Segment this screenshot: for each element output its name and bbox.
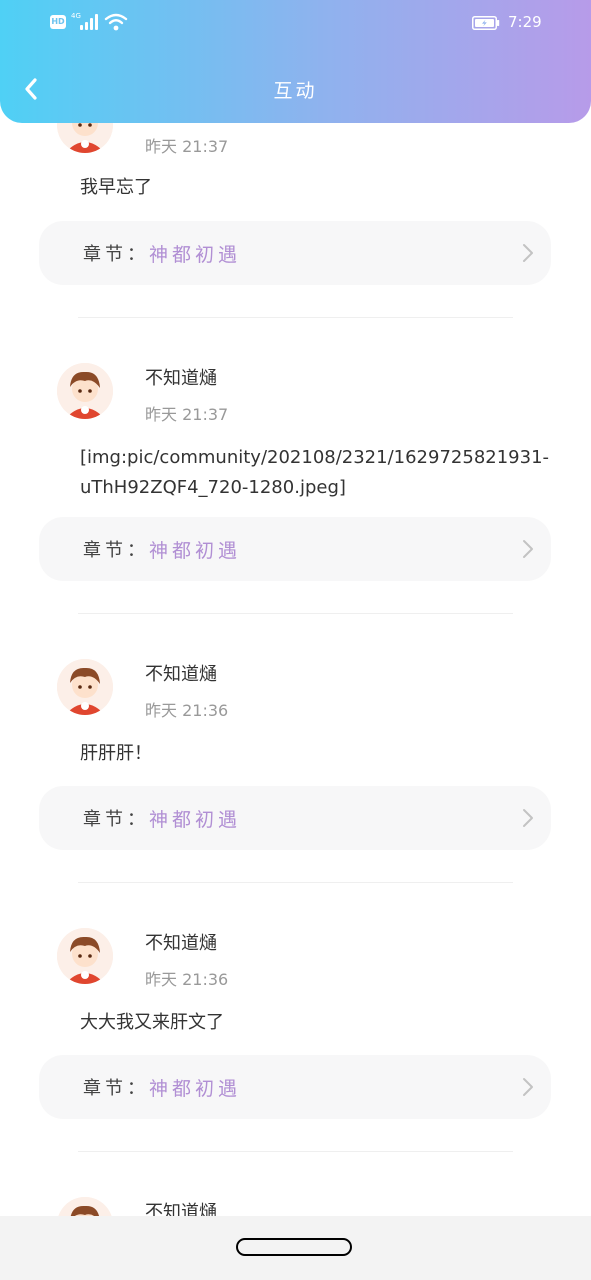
status-bar: HD 4G 7:29 <box>0 0 591 46</box>
comment-item: 不知道熥 昨天 21:36 大大我又来肝文了 章节： 神都初遇 <box>0 883 591 1152</box>
hd-badge: HD <box>50 15 66 29</box>
user-avatar[interactable] <box>57 363 113 419</box>
chapter-link[interactable]: 章节： 神都初遇 <box>39 221 551 285</box>
chapter-name: 神都初遇 <box>149 540 242 562</box>
comment-item: 不知道熥 <box>0 1152 591 1216</box>
chapter-label: 章节： <box>83 540 149 561</box>
comment-text: 大大我又来肝文了 <box>80 1012 224 1033</box>
comment-item: 不知道熥 昨天 21:36 肝肝肝！ 章节： 神都初遇 <box>0 614 591 883</box>
app-header: HD 4G 7:29 互动 <box>0 0 591 123</box>
comment-time: 昨天 21:36 <box>145 970 229 989</box>
user-avatar[interactable] <box>57 123 113 153</box>
chapter-name: 神都初遇 <box>149 244 242 266</box>
chapter-label: 章节： <box>83 809 149 830</box>
comment-text: 我早忘了 <box>80 177 152 198</box>
system-nav-bar <box>0 1216 591 1280</box>
comment-text: [img:pic/community/202108/2321/162972582… <box>80 447 550 498</box>
status-time: 7:29 <box>508 13 542 31</box>
username[interactable]: 不知道熥 <box>145 929 217 955</box>
comment-list[interactable]: 昨天 21:37 我早忘了 章节： 神都初遇 不知道熥 昨天 21:37 [im… <box>0 123 591 1216</box>
chapter-link[interactable]: 章节： 神都初遇 <box>39 1055 551 1119</box>
username[interactable]: 不知道熥 <box>145 364 217 390</box>
chapter-name: 神都初遇 <box>149 1078 242 1100</box>
chapter-link[interactable]: 章节： 神都初遇 <box>39 517 551 581</box>
comment-text: 肝肝肝！ <box>80 743 152 764</box>
chevron-right-icon <box>523 809 533 827</box>
signal-icon <box>80 14 100 30</box>
chapter-label: 章节： <box>83 1078 149 1099</box>
battery-icon <box>472 15 500 30</box>
chevron-right-icon <box>523 1078 533 1096</box>
chevron-right-icon <box>523 540 533 558</box>
home-indicator[interactable] <box>236 1238 352 1256</box>
comment-time: 昨天 21:37 <box>145 405 229 424</box>
chevron-right-icon <box>523 244 533 262</box>
comment-time: 昨天 21:37 <box>145 137 229 156</box>
username[interactable]: 不知道熥 <box>145 1198 217 1216</box>
comment-time: 昨天 21:36 <box>145 701 229 720</box>
chapter-label: 章节： <box>83 244 149 265</box>
chapter-link[interactable]: 章节： 神都初遇 <box>39 786 551 850</box>
user-avatar[interactable] <box>57 928 113 984</box>
page-title: 互动 <box>273 80 318 102</box>
username[interactable]: 不知道熥 <box>145 660 217 686</box>
comment-item: 不知道熥 昨天 21:37 [img:pic/community/202108/… <box>0 318 591 614</box>
wifi-icon <box>104 12 128 32</box>
user-avatar[interactable] <box>57 1197 113 1216</box>
comment-item: 昨天 21:37 我早忘了 章节： 神都初遇 <box>0 123 591 318</box>
user-avatar[interactable] <box>57 659 113 715</box>
chapter-name: 神都初遇 <box>149 809 242 831</box>
